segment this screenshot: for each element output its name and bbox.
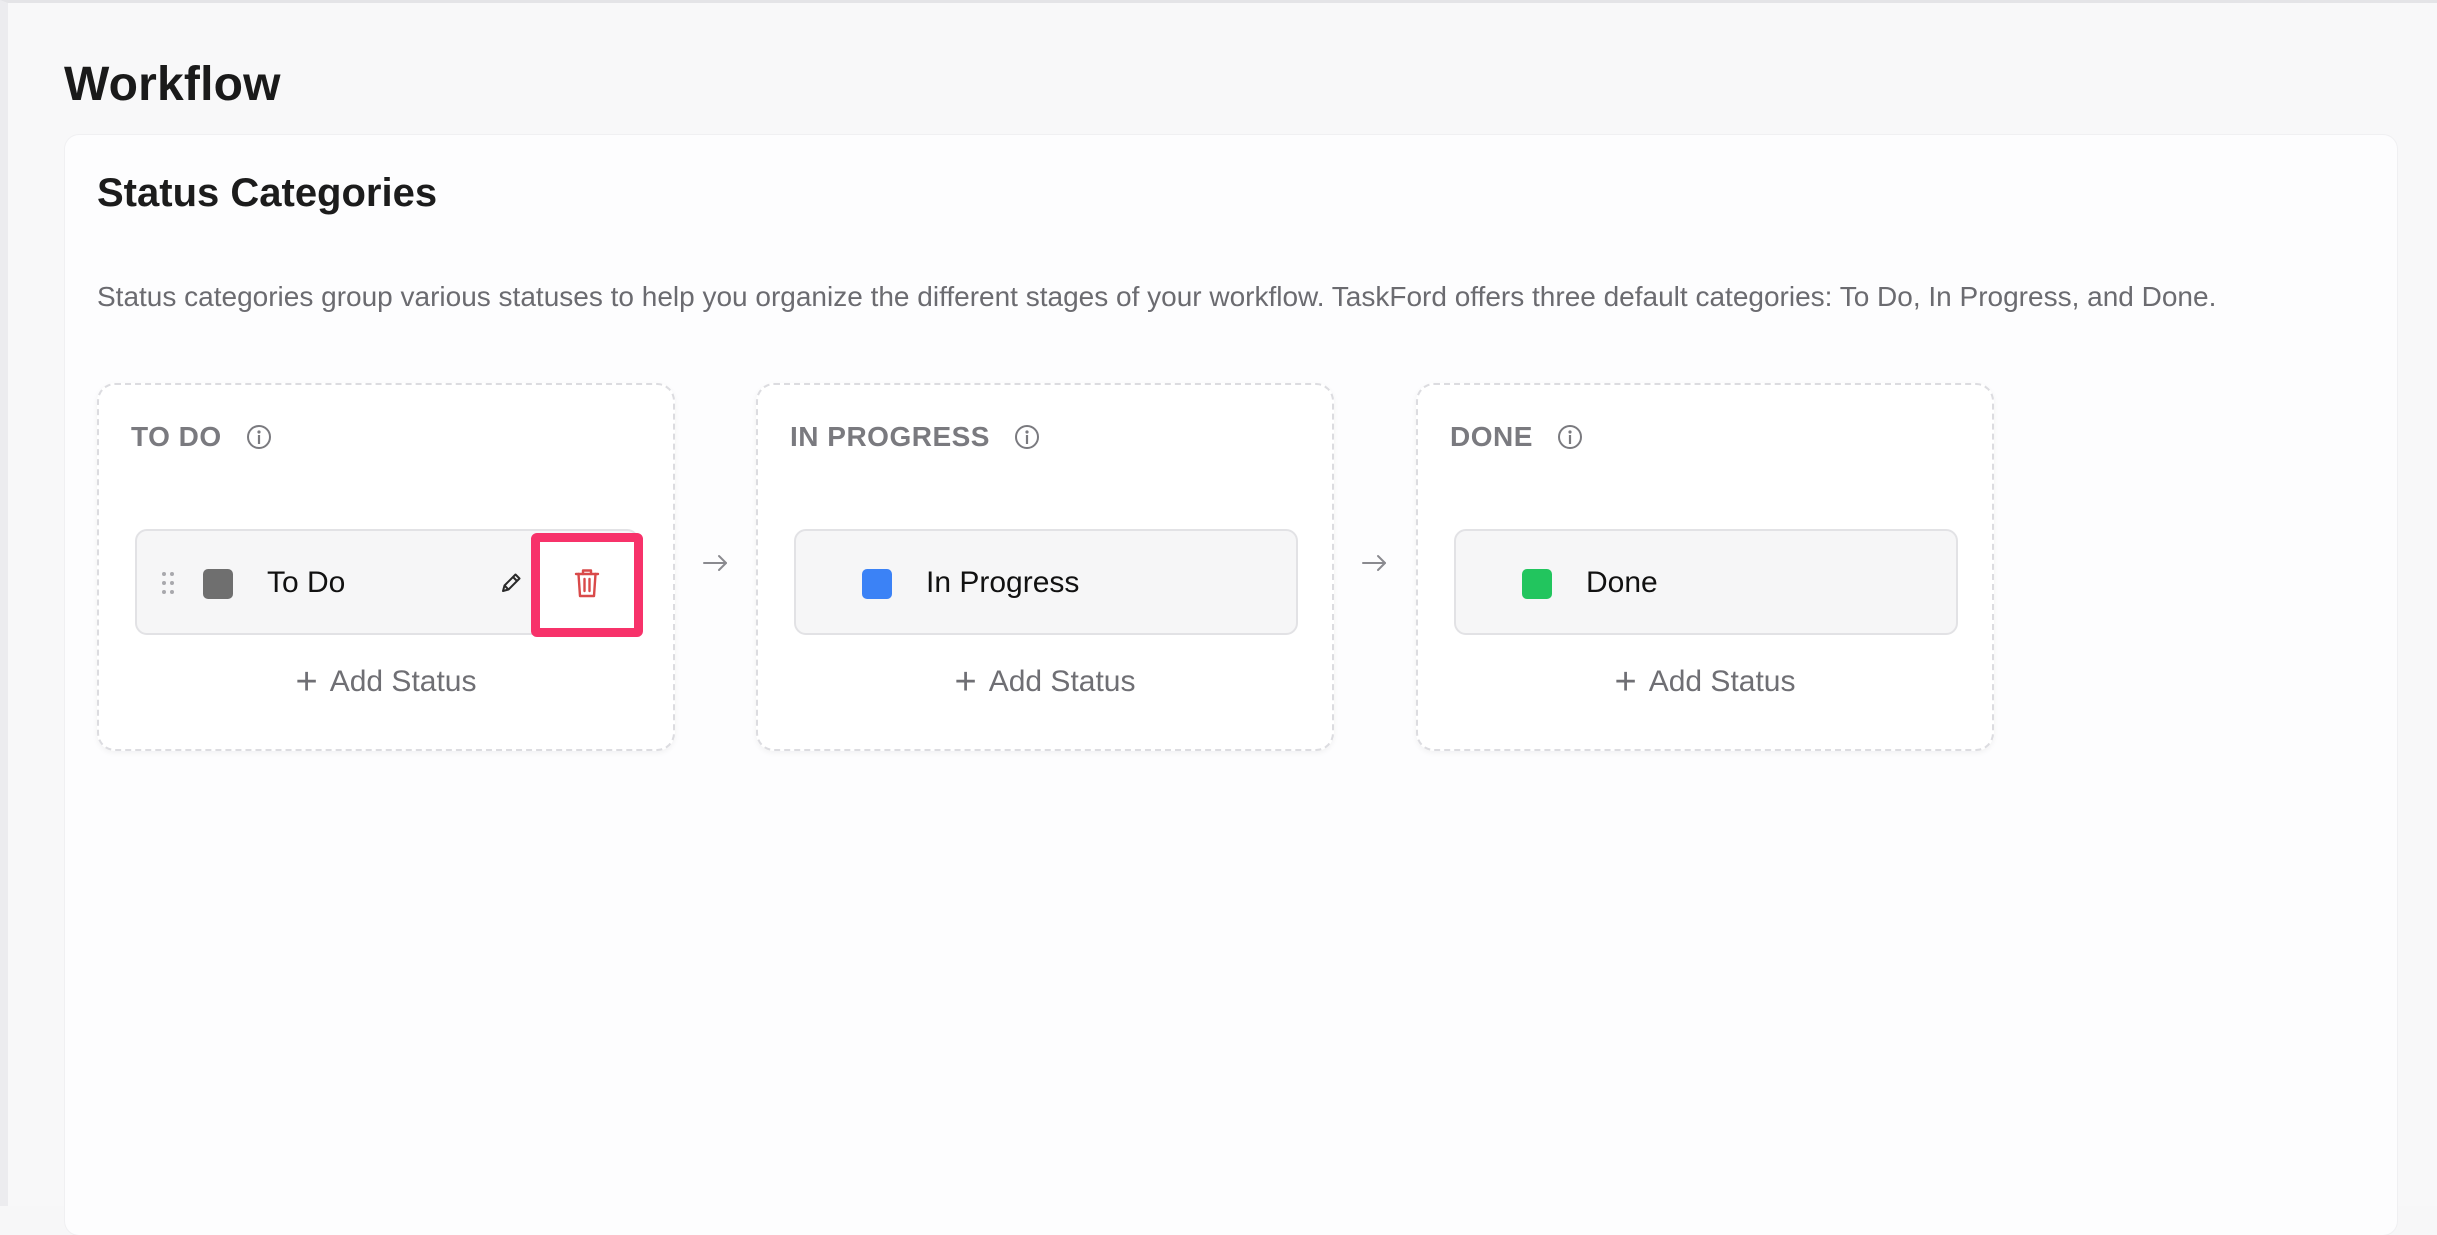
- add-status-button[interactable]: + Add Status: [1418, 663, 1992, 701]
- arrow-right-icon: [703, 555, 727, 571]
- add-status-label: Add Status: [988, 665, 1136, 698]
- category-title: DONE: [1450, 421, 1533, 452]
- status-item-done[interactable]: Done: [1454, 529, 1958, 635]
- add-status-button[interactable]: + Add Status: [758, 663, 1332, 701]
- page-title: Workflow: [64, 58, 281, 111]
- info-icon[interactable]: [1014, 424, 1040, 450]
- category-in-progress: IN PROGRESS In Progress + Add Status: [756, 383, 1334, 751]
- category-done: DONE Done + Add Status: [1416, 383, 1994, 751]
- section-title: Status Categories: [97, 171, 438, 215]
- status-label: Done: [1586, 566, 1658, 599]
- add-status-label: Add Status: [1648, 665, 1796, 698]
- status-color-swatch[interactable]: [1522, 569, 1552, 599]
- info-icon[interactable]: [246, 424, 272, 450]
- delete-status-button[interactable]: [531, 533, 643, 637]
- add-status-label: Add Status: [329, 665, 477, 698]
- status-label: In Progress: [926, 566, 1080, 599]
- category-header: IN PROGRESS: [790, 421, 1040, 453]
- app-frame: Workflow Status Categories Status catego…: [0, 0, 2437, 1235]
- edit-pencil-icon[interactable]: [497, 569, 525, 597]
- status-item-todo[interactable]: To Do: [135, 529, 643, 637]
- status-categories-panel: Status Categories Status categories grou…: [65, 135, 2397, 1235]
- status-color-swatch[interactable]: [862, 569, 892, 599]
- category-todo: TO DO To Do + Add Status: [97, 383, 675, 751]
- category-title: IN PROGRESS: [790, 421, 990, 452]
- category-title: TO DO: [131, 421, 222, 452]
- section-description: Status categories group various statuses…: [97, 281, 2217, 312]
- status-label: To Do: [267, 566, 346, 599]
- category-header: DONE: [1450, 421, 1583, 453]
- drag-handle-icon[interactable]: [161, 571, 175, 595]
- status-item-in-progress[interactable]: In Progress: [794, 529, 1298, 635]
- plus-icon: +: [954, 661, 977, 703]
- status-color-swatch[interactable]: [203, 569, 233, 599]
- plus-icon: +: [295, 661, 318, 703]
- plus-icon: +: [1614, 661, 1637, 703]
- trash-icon: [573, 567, 601, 604]
- arrow-right-icon: [1362, 555, 1386, 571]
- info-icon[interactable]: [1557, 424, 1583, 450]
- category-header: TO DO: [131, 421, 272, 453]
- add-status-button[interactable]: + Add Status: [99, 663, 673, 701]
